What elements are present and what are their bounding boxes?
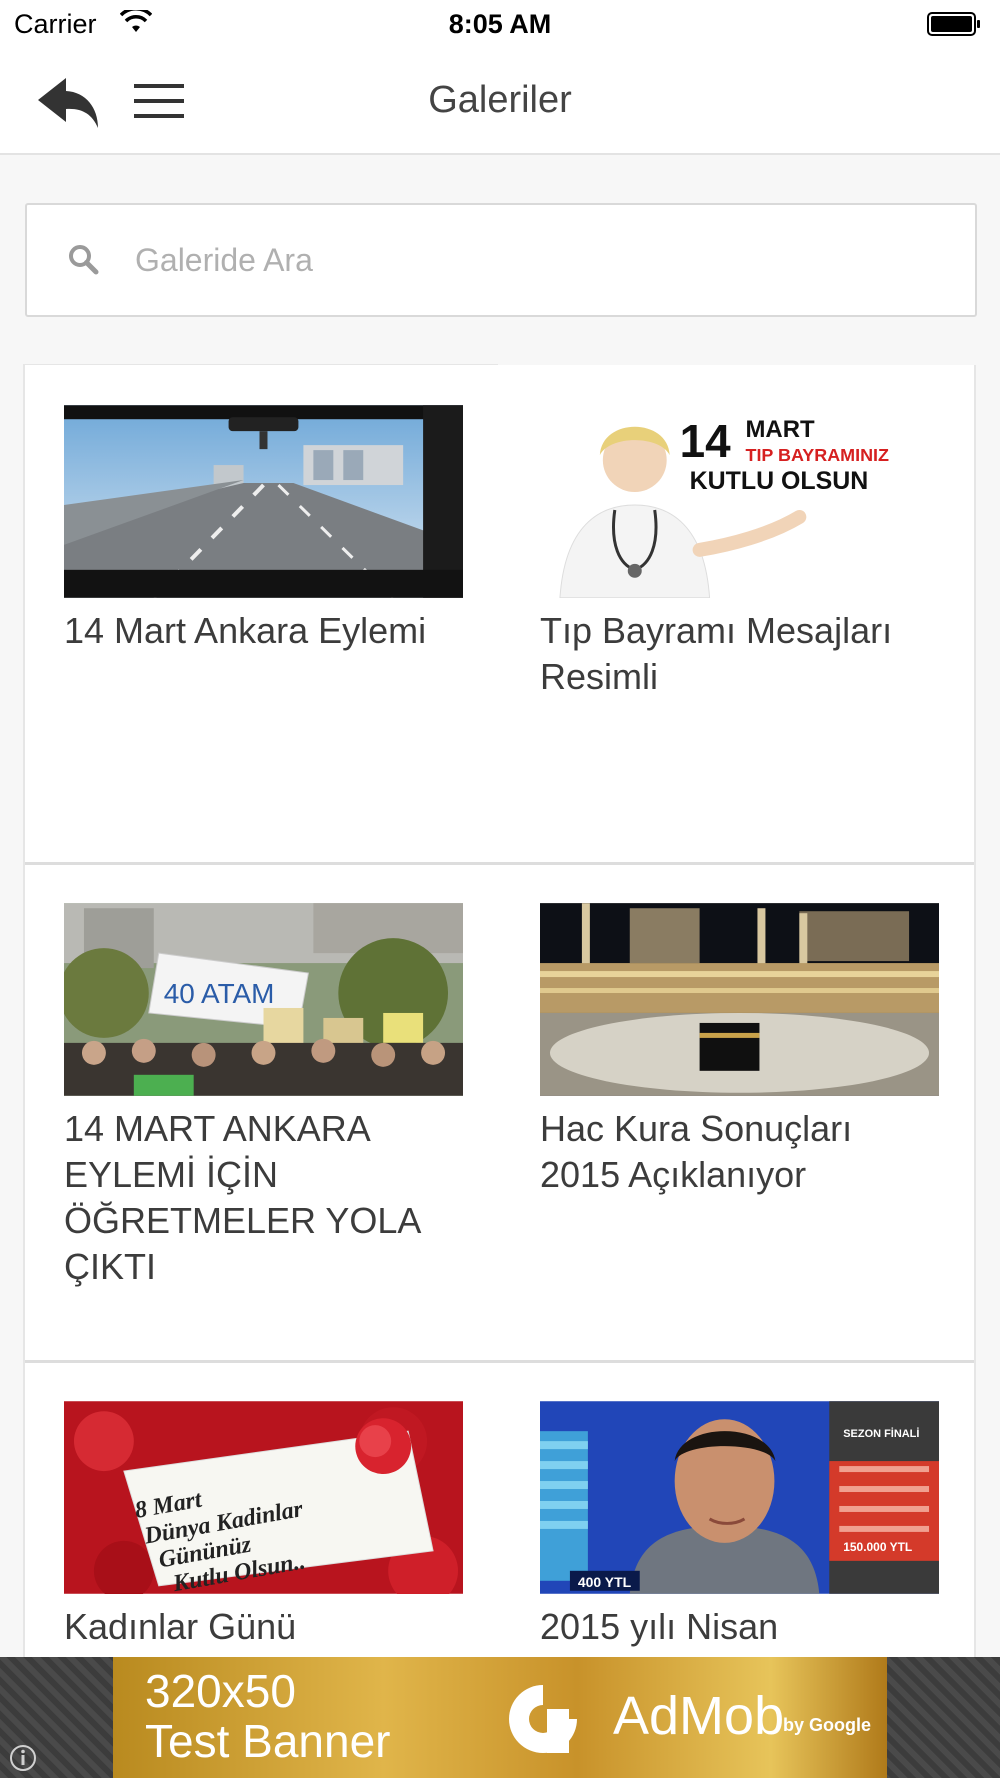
gallery-item[interactable]: 14 Mart Ankara Eylemi [64, 405, 464, 654]
ad-content[interactable]: 320x50 Test Banner AdMob by Google [113, 1657, 887, 1778]
gallery-thumbnail: 14 MART TIP BAYRAMINIZ KUTLU OLSUN [540, 405, 939, 598]
page-title: Galeriler [428, 79, 572, 121]
ad-size-label: 320x50 [145, 1665, 296, 1717]
gallery-item[interactable]: 40 ATAM 14 MART ANKARA EYLEMİ İÇİN ÖĞRET… [64, 903, 464, 1290]
thumb-text: 400 YTL [578, 1574, 632, 1590]
status-time: 8:05 AM [448, 9, 552, 39]
nav-bar: Galeriler [0, 50, 1000, 155]
gallery-thumbnail: 40 ATAM [64, 903, 463, 1096]
search-box [25, 203, 977, 317]
gallery-item-title: 2015 yılı Nisan [540, 1606, 779, 1647]
gallery-item-title: Kadınlar Günü [64, 1606, 297, 1647]
admob-logo-icon [509, 1685, 577, 1753]
search-input[interactable] [111, 205, 951, 315]
gallery-item[interactable]: Hac Kura Sonuçları 2015 Açıklanıyor [540, 903, 940, 1198]
status-bar: Carrier 8:05 AM [0, 0, 1000, 50]
gallery-item-title: 14 Mart Ankara Eylemi [64, 610, 427, 651]
row-divider [25, 862, 974, 865]
thumb-text: 14 [680, 415, 732, 467]
battery-icon [927, 12, 980, 36]
thumb-text: 150.000 YTL [843, 1540, 912, 1554]
thumb-text: 40 ATAM [164, 978, 275, 1009]
ad-banner[interactable]: 320x50 Test Banner AdMob by Google [0, 1657, 1000, 1778]
gallery-item-title: Hac Kura Sonuçları 2015 Açıklanıyor [540, 1108, 853, 1195]
ad-brand-by: by Google [783, 1715, 872, 1735]
info-icon[interactable] [8, 1743, 38, 1773]
gallery-item[interactable]: 14 MART TIP BAYRAMINIZ KUTLU OLSUN Tıp B… [540, 405, 940, 700]
ad-brand: AdMob [613, 1686, 785, 1746]
thumb-text: SEZON FİNALİ [843, 1427, 919, 1440]
gallery-thumbnail [64, 405, 463, 598]
thumb-text: TIP BAYRAMINIZ [745, 445, 889, 465]
gallery-thumbnail: 8 Mart Dünya Kadinlar Gününüz Kutlu Olsu… [64, 1401, 463, 1594]
thumb-text: MART [745, 416, 815, 443]
gallery-grid: 14 Mart Ankara Eylemi 14 MART TIP BAYRAM… [23, 365, 976, 1665]
gallery-item-title: Tıp Bayramı Mesajları Resimli [540, 610, 893, 697]
gallery-thumbnail [540, 903, 939, 1096]
gallery-thumbnail: SEZON FİNALİ 150.000 YTL 400 YTL [540, 1401, 939, 1594]
gallery-item-title: 14 MART ANKARA EYLEMİ İÇİN ÖĞRETMELER YO… [64, 1108, 420, 1287]
ad-label: Test Banner [145, 1715, 391, 1767]
thumb-text: KUTLU OLSUN [690, 467, 869, 495]
gallery-item[interactable]: SEZON FİNALİ 150.000 YTL 400 YTL 2015 yı… [540, 1401, 940, 1650]
row-divider [25, 1360, 974, 1363]
gallery-item[interactable]: 8 Mart Dünya Kadinlar Gününüz Kutlu Olsu… [64, 1401, 464, 1650]
search-icon [69, 245, 99, 275]
